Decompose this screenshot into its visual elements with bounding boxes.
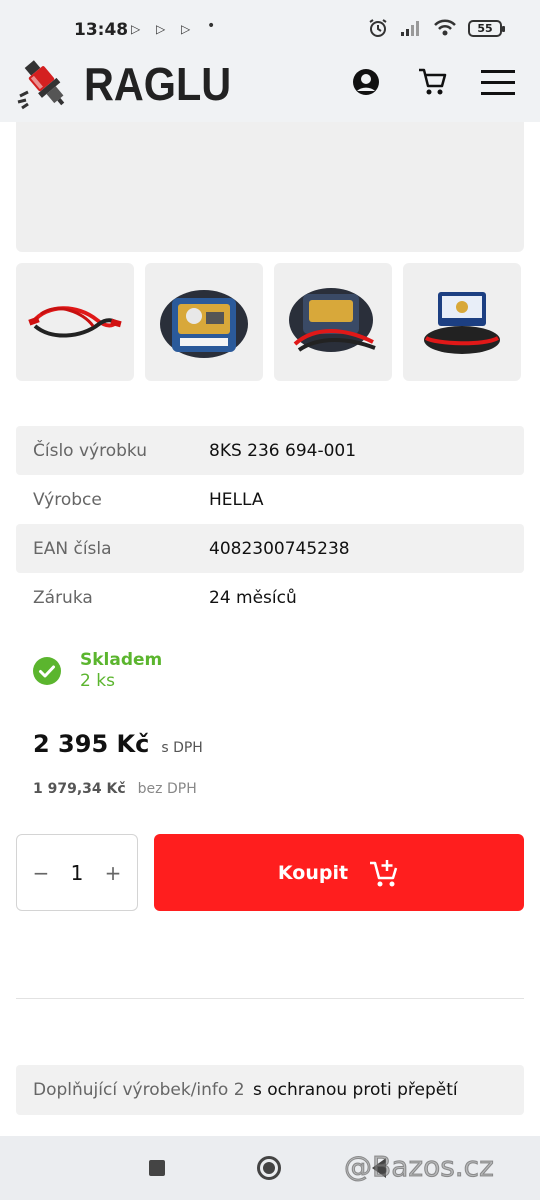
spec-label: EAN čísla (33, 538, 112, 559)
price-value: 2 395 Kč (33, 730, 150, 758)
cables-case-image (424, 292, 500, 354)
increase-quantity-button[interactable]: + (103, 861, 123, 885)
spec-value: 24 měsíců (209, 587, 297, 608)
extra-info-label: Doplňující výrobek/info 2 (33, 1080, 245, 1100)
alarm-icon (369, 19, 387, 37)
watermark: @Bazos.cz (344, 1150, 495, 1184)
price-without-vat: 1 979,34 Kč bez DPH (33, 781, 197, 797)
price-with-vat: 2 395 Kč s DPH (33, 730, 203, 758)
logo[interactable]: RAGLU (16, 56, 248, 112)
buy-button[interactable]: Koupit (154, 834, 524, 911)
jumper-cables-image (28, 306, 122, 338)
cart-icon[interactable] (414, 64, 450, 100)
cables-bag-image (160, 290, 248, 358)
spec-row-product-number: Číslo výrobku 8KS 236 694-001 (16, 426, 524, 475)
thumbnail-cables-bag[interactable] (145, 263, 263, 381)
home-icon[interactable] (257, 1156, 281, 1180)
price-vat-label: s DPH (161, 740, 203, 756)
thumbnail-cables-case[interactable] (403, 263, 521, 381)
page: 13:48 ▷ ▷ ▷ • 55 RAGLU Číslo výrobku 8KS… (0, 0, 540, 1200)
spec-label: Záruka (33, 587, 93, 608)
thumbnail-jumper-cables[interactable] (16, 263, 134, 381)
divider (16, 998, 524, 999)
status-time: 13:48 (74, 20, 129, 40)
play-icon: ▷ (156, 22, 166, 36)
product-specs-table: Číslo výrobku 8KS 236 694-001 Výrobce HE… (16, 426, 524, 622)
wifi-icon (434, 19, 456, 36)
stock-quantity: 2 ks (80, 671, 115, 691)
spec-row-warranty: Záruka 24 měsíců (16, 573, 524, 622)
spec-value: 8KS 236 694-001 (209, 440, 357, 461)
spec-row-ean: EAN čísla 4082300745238 (16, 524, 524, 573)
battery-icon: 55 (468, 19, 505, 37)
signal-icon (401, 21, 419, 36)
extra-info-value: s ochranou proti přepětí (253, 1080, 458, 1100)
account-icon[interactable] (348, 64, 384, 100)
thumbnail-strip (16, 263, 524, 381)
logo-text: RAGLU (84, 58, 232, 110)
quantity-stepper: − 1 + (16, 834, 138, 911)
play-icon: ▷ (181, 22, 191, 36)
add-to-cart-icon (370, 859, 398, 886)
product-main-image[interactable] (16, 122, 524, 252)
spec-value: 4082300745238 (209, 538, 350, 559)
thumbnail-cables-bag-open[interactable] (274, 263, 392, 381)
spec-row-manufacturer: Výrobce HELLA (16, 475, 524, 524)
price-net-value: 1 979,34 Kč (33, 781, 126, 797)
status-bar: 13:48 ▷ ▷ ▷ • 55 (0, 0, 540, 56)
buy-button-label: Koupit (277, 861, 349, 884)
quantity-input[interactable]: 1 (71, 861, 84, 885)
notification-dot-icon: • (207, 18, 216, 34)
decrease-quantity-button[interactable]: − (31, 861, 51, 885)
spec-label: Výrobce (33, 489, 102, 510)
cables-bag-open-image (289, 288, 376, 352)
recent-apps-icon[interactable] (149, 1160, 165, 1176)
stock-title: Skladem (80, 650, 163, 670)
spec-label: Číslo výrobku (33, 440, 148, 461)
app-header: 13:48 ▷ ▷ ▷ • 55 RAGLU (0, 0, 540, 122)
check-circle-icon (33, 657, 61, 685)
price-net-label: bez DPH (137, 781, 197, 797)
menu-icon[interactable] (480, 64, 516, 100)
spec-value: HELLA (209, 489, 264, 510)
stock-status: Skladem 2 ks (33, 650, 162, 691)
extra-info-row: Doplňující výrobek/info 2 s ochranou pro… (16, 1065, 524, 1115)
spark-plug-logo-icon (17, 60, 65, 110)
play-icon: ▷ (131, 22, 141, 36)
